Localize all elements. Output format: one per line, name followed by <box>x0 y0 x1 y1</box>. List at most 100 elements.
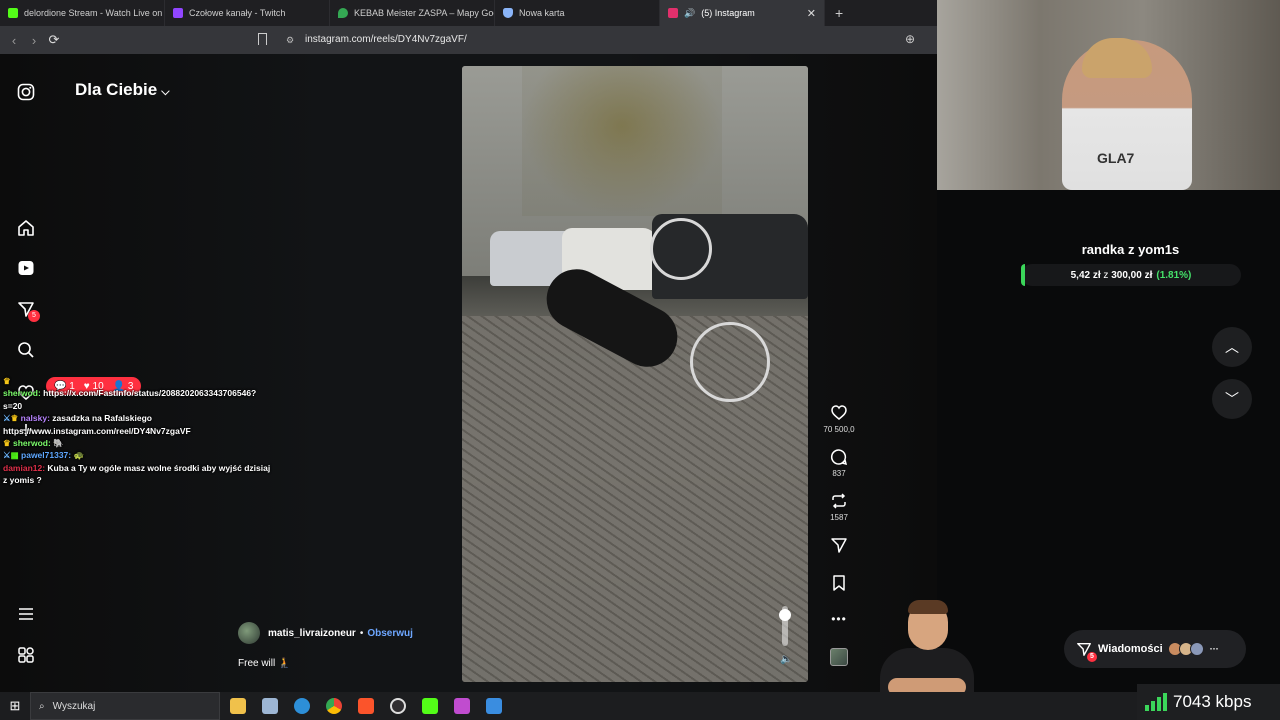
follow-button[interactable]: Obserwuj <box>367 628 413 639</box>
tab-maps[interactable]: KEBAB Meister ZASPA – Mapy Googl <box>330 0 495 26</box>
more-apps-icon[interactable] <box>17 646 35 664</box>
search-placeholder: Wyszukaj <box>52 700 96 712</box>
tab-title: Nowa karta <box>519 8 565 18</box>
kick-favicon-icon <box>8 8 18 18</box>
crown-badge-icon: ♛ <box>3 438 11 449</box>
comment-button[interactable]: 837 <box>830 448 848 478</box>
messages-button[interactable]: 5 Wiadomości ··· <box>1064 630 1246 668</box>
chat-app-icon[interactable] <box>454 698 470 714</box>
url-field[interactable]: instagram.com/reels/DY4Nv7zgaVF/ <box>305 34 467 45</box>
send-icon <box>831 538 847 553</box>
tab-kick[interactable]: delordione Stream - Watch Live on K <box>0 0 165 26</box>
donation-goal-title: randka z yom1s <box>1081 242 1180 257</box>
post-author: matis_livraizoneur • Obserwuj <box>238 622 413 644</box>
bookmark-icon[interactable] <box>258 33 267 45</box>
volume-knob[interactable] <box>779 609 791 621</box>
message-avatars <box>1167 642 1204 656</box>
instagram-page: Dla Ciebie ⌵ 5 🔈 70 500,0 837 1587 ••• m… <box>0 54 937 692</box>
reel-actions: 70 500,0 837 1587 ••• <box>818 404 860 680</box>
obs-icon[interactable] <box>390 698 406 714</box>
webcam-feed: GLA7 <box>937 0 1280 190</box>
notifications-badge: 5 <box>28 310 40 322</box>
grid-badge-icon: ▦ <box>10 450 19 461</box>
sword-badge-icon: ⚔ <box>3 450 11 461</box>
windows-start-icon[interactable]: ⊞ <box>0 698 30 714</box>
goal-percent: (1.81%) <box>1156 269 1192 281</box>
search-icon[interactable] <box>17 341 35 359</box>
forward-icon[interactable]: › <box>24 33 44 48</box>
volume-icon[interactable]: 🔈 <box>780 654 792 665</box>
menu-icon[interactable] <box>17 605 35 623</box>
chat-message: ⚔▦ pawel71337: 🐢 <box>3 449 273 461</box>
kick-icon[interactable] <box>422 698 438 714</box>
feed-title-dropdown[interactable]: Dla Ciebie ⌵ <box>75 80 170 100</box>
instagram-logo-icon[interactable] <box>17 83 35 101</box>
zoom-icon[interactable]: ⊕ <box>905 32 915 46</box>
chat-text: 🐢 <box>73 450 85 461</box>
address-bar-row: ‹ › ⟳ ⚙ instagram.com/reels/DY4Nv7zgaVF/… <box>0 26 937 54</box>
new-tab-button[interactable]: + <box>825 5 853 21</box>
author-username[interactable]: matis_livraizoneur <box>268 628 356 639</box>
comment-count: 837 <box>832 469 846 478</box>
more-options-button[interactable]: ••• <box>831 612 847 626</box>
audio-thumbnail[interactable] <box>830 648 848 666</box>
like-count: 70 500,0 <box>823 425 855 434</box>
folder-icon[interactable] <box>230 698 246 714</box>
comment-icon <box>830 449 848 466</box>
post-caption: Free will 🧎 <box>238 658 291 669</box>
photo-app-icon[interactable] <box>486 698 502 714</box>
previous-reel-button[interactable]: ︿ <box>1212 327 1252 367</box>
messages-icon[interactable]: 5 <box>17 300 40 322</box>
share-button[interactable] <box>830 536 848 554</box>
chat-message: ⚔♛ nalsky: zasadzka na Rafalskiego https… <box>3 412 273 437</box>
audio-thumbnail-image <box>830 648 848 666</box>
tab-new[interactable]: Nowa karta <box>495 0 660 26</box>
goal-current: 5,42 zł <box>1070 269 1101 281</box>
instagram-favicon-icon <box>668 8 678 18</box>
crown-badge-icon: ♛ <box>10 413 19 424</box>
avatar[interactable] <box>238 622 260 644</box>
messages-badge: 5 <box>1087 652 1097 662</box>
gallery-icon[interactable] <box>262 698 278 714</box>
speaker-icon: 🔊 <box>684 7 696 18</box>
author-separator: • <box>359 627 364 639</box>
chat-message: ♛ sherwod: https://x.com/FastInfo/status/… <box>3 375 273 412</box>
brave-icon[interactable] <box>358 698 374 714</box>
tab-title: KEBAB Meister ZASPA – Mapy Googl <box>354 8 495 18</box>
chat-username: sherwod: <box>3 388 41 399</box>
tab-title: delordione Stream - Watch Live on K <box>24 8 165 18</box>
bitrate-indicator: 7043 kbps <box>1137 684 1280 720</box>
close-tab-icon[interactable]: ✕ <box>807 7 816 20</box>
chrome-icon[interactable] <box>326 698 342 714</box>
avatar <box>1189 642 1204 656</box>
bike-wheel <box>690 322 770 402</box>
back-icon[interactable]: ‹ <box>4 33 24 48</box>
home-icon[interactable] <box>17 219 35 237</box>
site-info-icon[interactable]: ⚙ <box>286 35 294 46</box>
edge-icon[interactable] <box>294 698 310 714</box>
repost-count: 1587 <box>830 513 848 522</box>
donation-goal-bar: 5,42 zł z 300,00 zł (1.81%) <box>1021 264 1241 286</box>
like-button[interactable]: 70 500,0 <box>823 404 855 434</box>
chat-text: 🐘 <box>53 438 64 449</box>
save-button[interactable] <box>830 574 848 592</box>
video-tree <box>522 66 722 216</box>
twitch-favicon-icon <box>173 8 183 18</box>
repost-button[interactable]: 1587 <box>830 492 848 522</box>
reels-icon[interactable] <box>17 259 35 277</box>
donation-goal-fill <box>1021 264 1026 286</box>
next-reel-button[interactable]: ﹀ <box>1212 379 1252 419</box>
maps-favicon-icon <box>338 8 348 18</box>
tab-twitch[interactable]: Czołowe kanały - Twitch <box>165 0 330 26</box>
search-icon: ⌕ <box>39 700 45 712</box>
reload-icon[interactable]: ⟳ <box>44 32 64 48</box>
chat-username: nalsky: <box>20 413 50 424</box>
tab-instagram[interactable]: 🔊 (5) Instagram ✕ <box>660 0 825 26</box>
repost-icon <box>832 493 846 509</box>
crown-badge-icon: ♛ <box>3 376 11 386</box>
shield-favicon-icon <box>503 8 513 18</box>
chevron-down-icon: ﹀ <box>1225 391 1239 407</box>
reel-video[interactable]: 🔈 <box>462 66 808 682</box>
streamer-hair <box>908 600 948 614</box>
taskbar-search[interactable]: ⌕ Wyszukaj <box>30 692 220 720</box>
